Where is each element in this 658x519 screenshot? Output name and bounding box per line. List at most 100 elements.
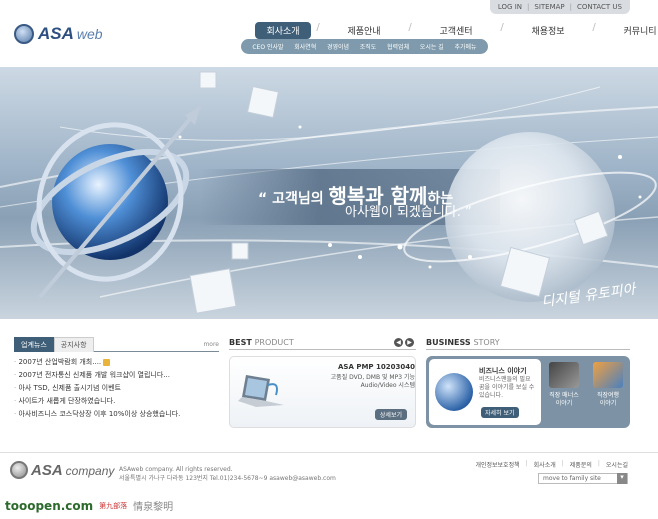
divider: |	[525, 460, 528, 467]
list-item[interactable]: 아사 TSD, 신제품 출시기념 이벤트	[14, 382, 219, 395]
inquiry-link[interactable]: 제품문의	[570, 460, 592, 469]
utility-links: LOG IN | SITEMAP | CONTACT US	[489, 0, 630, 14]
watermark-cn2: 情泉黎明	[133, 502, 174, 513]
news-item-text: 2007년 전자통신 신제품 개발 워크샵이 열립니다...	[18, 371, 170, 379]
footer-logo-suffix: company	[65, 463, 115, 478]
product-nav: ◀ ▶	[394, 338, 414, 347]
news-item-text: 아사비즈니스 코스닥상장 이후 10%이상 상승했습니다.	[18, 410, 181, 418]
tab-notices[interactable]: 공지사항	[53, 337, 94, 352]
globe-icon	[10, 461, 28, 479]
title-bold: BEST	[229, 338, 252, 347]
directions-link[interactable]: 오시는길	[606, 460, 628, 469]
nav-item-careers[interactable]: 채용정보	[509, 22, 587, 39]
company-link[interactable]: 회사소개	[534, 460, 556, 469]
story-title: 비즈니스 이야기	[479, 367, 527, 375]
news-list: 2007년 산업박람회 개최.... 2007년 전자통신 신제품 개발 워크샵…	[14, 356, 219, 421]
logo-suffix: web	[76, 26, 103, 42]
news-item-text: 사이트가 새롭게 단장하였습니다.	[18, 397, 116, 405]
quote-line2-text: 아사웹이 되겠습니다.	[345, 205, 461, 220]
copyright-text: ASAweb company. All rights reserved.	[119, 466, 233, 473]
subnav-item-extra[interactable]: 추가메뉴	[454, 42, 476, 51]
globe-icon	[435, 373, 473, 411]
privacy-link[interactable]: 개인정보보호정책	[475, 460, 519, 469]
footer-logo-text: ASA company	[31, 462, 114, 479]
story-detail-button[interactable]: 자세히 보기	[481, 407, 519, 418]
divider: /	[408, 22, 412, 33]
title-bold: BUSINESS	[426, 338, 471, 347]
nav-item-support[interactable]: 고객센터	[417, 22, 495, 39]
biz-item-label: 직장 매너스 이야기	[549, 392, 579, 407]
divider: |	[561, 460, 564, 467]
news-panel: 업계뉴스 공지사항 more 2007년 산업박람회 개최.... 2007년 …	[14, 337, 219, 421]
business-story-panel: BUSINESS STORY 비즈니스 이야기 비즈니스맨들의 필요 꿈을 이야…	[426, 338, 630, 428]
more-link[interactable]: more	[203, 341, 219, 348]
next-arrow-icon[interactable]: ▶	[405, 338, 414, 347]
biz-item-label: 직장여행 이야기	[596, 392, 620, 407]
subnav-item-ceo[interactable]: CEO 인사말	[252, 42, 283, 51]
watermark-cn1: 第九部落	[99, 501, 128, 510]
list-item[interactable]: 아사비즈니스 코스닥상장 이후 10%이상 상승했습니다.	[14, 408, 219, 421]
globe-icon	[14, 24, 34, 44]
watermark-brand: tooopen.com	[5, 498, 94, 513]
footer: ASA company ASAweb company. All rights re…	[0, 452, 658, 519]
travel-icon	[593, 362, 623, 388]
news-tabs: 업계뉴스 공지사항 more	[14, 337, 219, 352]
prev-arrow-icon[interactable]: ◀	[394, 338, 403, 347]
business-card: 비즈니스 이야기 비즈니스맨들의 필요 꿈을 이야기를 보실 수 있습니다. 자…	[426, 356, 630, 428]
divider: /	[316, 22, 320, 33]
subnav-item-philosophy[interactable]: 경영이념	[327, 42, 349, 51]
product-name: ASA PMP 10203040	[338, 363, 415, 371]
page: LOG IN | SITEMAP | CONTACT US ASA web 회사소…	[0, 0, 658, 519]
logo-brand: ASA	[38, 24, 74, 43]
hero-banner: “ 고객님의 행복과 함께하는 아사웹이 되겠습니다. ” 디지털 유토피아	[0, 67, 658, 319]
main-nav: 회사소개 / 제품안내 / 고객센터 / 채용정보 / 커뮤니티	[255, 22, 658, 39]
list-item[interactable]: 2007년 전자통신 신제품 개발 워크샵이 열립니다...	[14, 369, 219, 382]
biz-item-manners[interactable]: 직장 매너스 이야기	[544, 362, 584, 408]
news-item-text: 2007년 산업박람회 개최....	[18, 358, 102, 366]
biz-item-travel[interactable]: 직장여행 이야기	[588, 362, 628, 408]
watermark: tooopen.com 第九部落 情泉黎明	[5, 498, 174, 514]
divider: |	[597, 460, 600, 467]
logo-text: ASA web	[38, 24, 103, 44]
nav-item-company[interactable]: 회사소개	[255, 22, 311, 39]
subnav-item-org[interactable]: 조직도	[360, 42, 377, 51]
story-desc: 비즈니스맨들의 필요 꿈을 이야기를 보실 수 있습니다.	[479, 376, 535, 399]
best-product-panel: BEST PRODUCT ◀ ▶ ASA PMP 10203040 고품질 DV…	[229, 338, 416, 428]
product-card: ASA PMP 10203040 고품질 DVD, DMB 및 MP3 기능 A…	[229, 356, 416, 428]
subnav-item-directions[interactable]: 오시는 길	[420, 42, 444, 51]
footer-links: 개인정보보호정책 | 회사소개 | 제품문의 | 오시는길	[475, 460, 628, 469]
divider: /	[500, 22, 504, 33]
section-title: BUSINESS STORY	[426, 338, 630, 350]
address-text: 서울특별시 가나구 다라동 123번지 Tel.01)234-5678~9 as…	[119, 475, 336, 482]
copyright: ASAweb company. All rights reserved. 서울특…	[119, 465, 336, 483]
detail-button[interactable]: 상세보기	[374, 409, 407, 420]
list-item[interactable]: 2007년 산업박람회 개최....	[14, 356, 219, 369]
story-card: 비즈니스 이야기 비즈니스맨들의 필요 꿈을 이야기를 보실 수 있습니다. 자…	[429, 359, 541, 425]
family-site-select[interactable]: move to family site	[538, 473, 628, 484]
divider: |	[569, 3, 572, 11]
news-item-text: 아사 TSD, 신제품 출시기념 이벤트	[18, 384, 121, 392]
laptop-icon	[549, 362, 579, 388]
nav-item-products[interactable]: 제품안내	[325, 22, 403, 39]
footer-logo-brand: ASA	[31, 461, 63, 479]
sub-nav: CEO 인사말 회사연혁 경영이념 조직도 협력업체 오시는 길 추가메뉴	[241, 39, 488, 54]
banner-quote-line2: 아사웹이 되겠습니다. ”	[345, 205, 472, 220]
new-icon	[103, 358, 111, 366]
title-rest: PRODUCT	[254, 338, 294, 347]
nav-item-community[interactable]: 커뮤니티	[601, 22, 658, 39]
divider: /	[592, 22, 596, 33]
product-desc: 고품질 DVD, DMB 및 MP3 기능 Audio/Video 시스템	[330, 374, 415, 389]
sitemap-link[interactable]: SITEMAP	[534, 3, 564, 11]
contact-link[interactable]: CONTACT US	[577, 3, 622, 11]
footer-logo[interactable]: ASA company	[10, 461, 114, 479]
subnav-item-history[interactable]: 회사연혁	[294, 42, 316, 51]
tab-industry-news[interactable]: 업계뉴스	[14, 337, 54, 352]
site-logo[interactable]: ASA web	[14, 24, 103, 44]
divider: |	[527, 3, 530, 11]
login-link[interactable]: LOG IN	[498, 3, 522, 11]
section-title: BEST PRODUCT	[229, 338, 416, 350]
laptop-icon	[238, 375, 284, 407]
list-item[interactable]: 사이트가 새롭게 단장하였습니다.	[14, 395, 219, 408]
title-rest: STORY	[473, 338, 500, 347]
subnav-item-partners[interactable]: 협력업체	[387, 42, 409, 51]
